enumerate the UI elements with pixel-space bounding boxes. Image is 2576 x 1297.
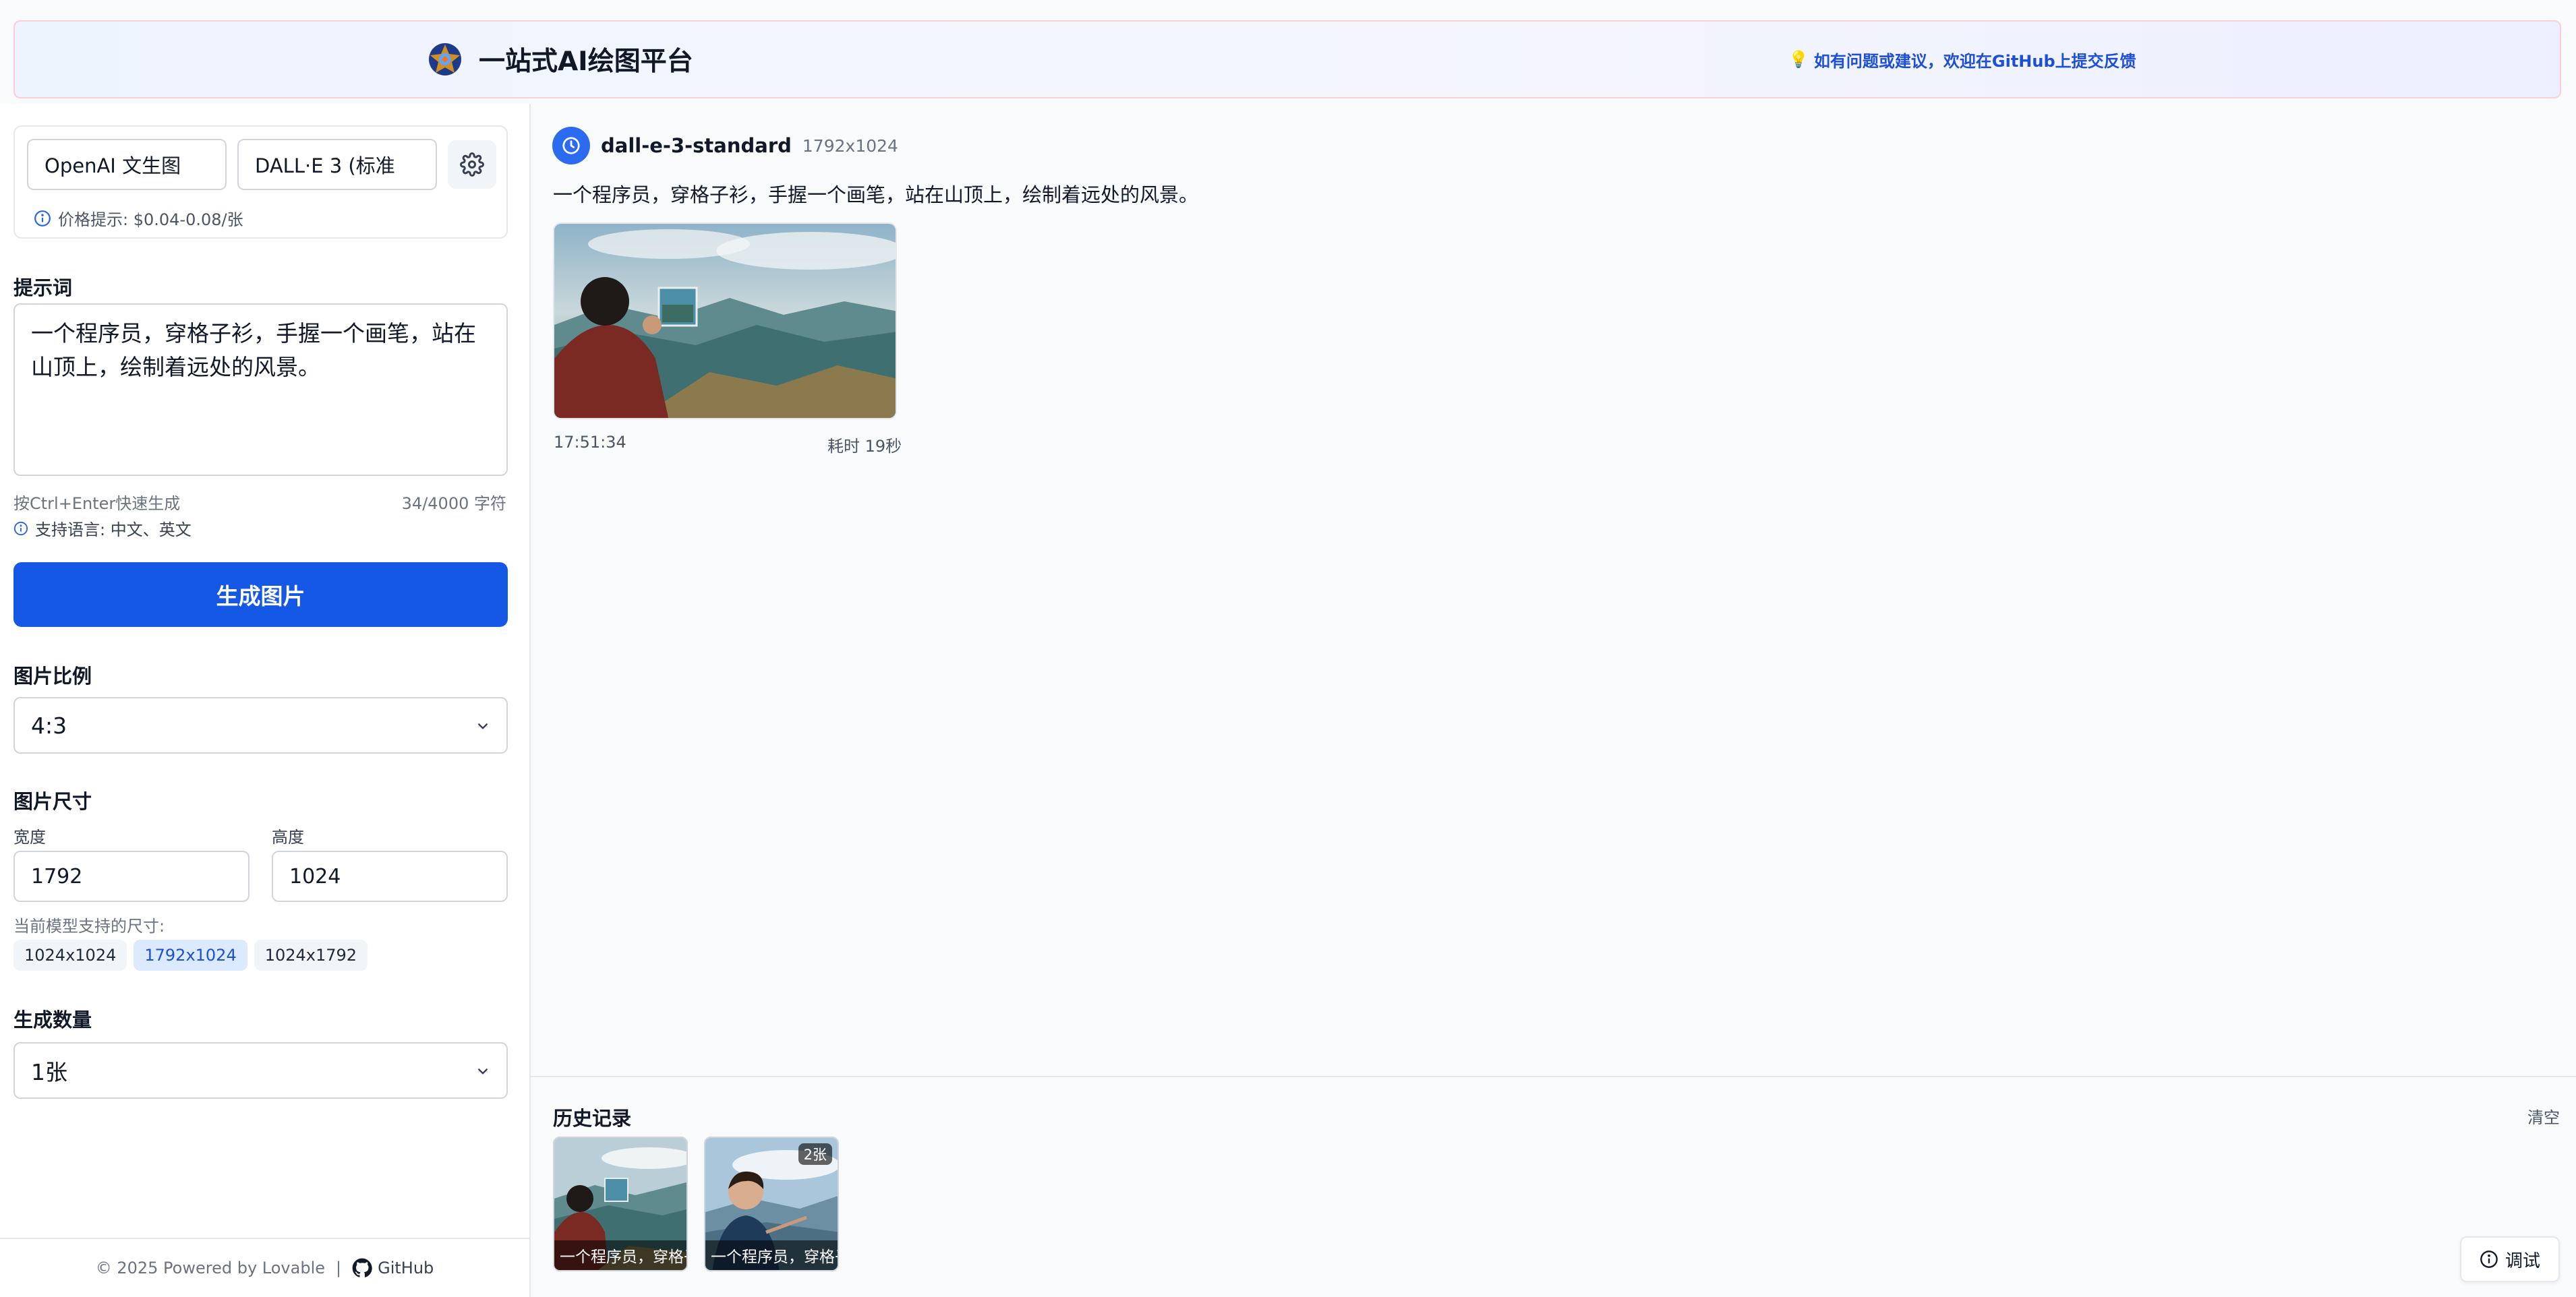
height-input[interactable]: 1024 (272, 851, 508, 902)
char-count: 34/4000 字符 (401, 494, 506, 513)
main-panel: dall-e-3-standard 1792x1024 一个程序员，穿格子衫，手… (531, 104, 2576, 1297)
model-value: DALL·E 3 (标准 (255, 154, 395, 177)
info-icon (34, 210, 51, 227)
model-card: OpenAI 文生图 DALL·E 3 (标准 价格提示: $0.04-0.08… (13, 125, 508, 239)
github-icon (352, 1258, 372, 1277)
info-icon (2480, 1250, 2498, 1268)
count-value: 1张 (31, 1059, 67, 1085)
language-hint: 支持语言: 中文、英文 (13, 516, 192, 540)
provider-value: OpenAI 文生图 (45, 154, 181, 177)
logo-icon (429, 43, 461, 76)
history-caption: 一个程序员，穿格子衫，手握一个画笔，站在山顶上 (554, 1240, 686, 1270)
brand: 一站式AI绘图平台 (426, 22, 693, 97)
history-item[interactable]: 2张 一个程序员，穿格子衫，手握一个画笔，站在山顶上 (704, 1137, 839, 1271)
debug-button[interactable]: 调试 (2460, 1236, 2560, 1282)
height-value: 1024 (289, 864, 341, 888)
feedback-text: 如有问题或建议，欢迎在GitHub上提交反馈 (1813, 51, 2136, 71)
result-header: dall-e-3-standard 1792x1024 (552, 127, 898, 164)
chevron-down-icon (477, 723, 488, 729)
size-chip[interactable]: 1024x1024 (13, 940, 127, 971)
result-time: 17:51:34 (554, 433, 626, 452)
clock-badge (552, 127, 590, 164)
generated-image[interactable] (553, 222, 897, 419)
ratio-select[interactable]: 4:3 (13, 697, 508, 754)
size-chip[interactable]: 1024x1792 (254, 940, 368, 971)
clock-icon (562, 137, 580, 154)
provider-select[interactable]: OpenAI 文生图 (27, 139, 227, 190)
width-value: 1792 (31, 864, 83, 888)
language-hint-text: 支持语言: 中文、英文 (35, 520, 192, 539)
result-prompt: 一个程序员，穿格子衫，手握一个画笔，站在山顶上，绘制着远处的风景。 (553, 183, 1199, 206)
result-duration: 耗时 19秒 (827, 437, 902, 456)
model-select[interactable]: DALL·E 3 (标准 (237, 139, 437, 190)
history-caption: 一个程序员，穿格子衫，手握一个画笔，站在山顶上 (705, 1240, 838, 1270)
count-select[interactable]: 1张 (13, 1042, 508, 1099)
shortcut-hint: 按Ctrl+Enter快速生成 (13, 494, 181, 513)
supported-sizes: 1024x1024 1792x1024 1024x1792 (13, 940, 368, 971)
lightbulb-icon: 💡 (1788, 50, 1809, 69)
result-model: dall-e-3-standard (601, 134, 792, 157)
copyright: © 2025 Powered by Lovable (95, 1259, 325, 1277)
feedback-link[interactable]: 💡 如有问题或建议，欢迎在GitHub上提交反馈 (1788, 22, 2136, 97)
price-hint-text: 价格提示: $0.04-0.08/张 (58, 210, 243, 229)
size-chip-selected[interactable]: 1792x1024 (134, 940, 247, 971)
info-icon (13, 521, 28, 535)
settings-button[interactable] (448, 140, 496, 189)
height-label: 高度 (272, 828, 304, 847)
ratio-value: 4:3 (31, 712, 67, 739)
ratio-label: 图片比例 (13, 665, 92, 688)
clear-history-button[interactable]: 清空 (2527, 1104, 2560, 1128)
sidebar: OpenAI 文生图 DALL·E 3 (标准 价格提示: $0.04-0.08… (0, 104, 531, 1297)
prompt-label: 提示词 (13, 276, 73, 299)
history-panel: 历史记录 清空 一个程序员，穿格子衫，手握一个画笔，站在山顶上 (531, 1076, 2576, 1297)
history-count-badge: 2张 (798, 1143, 832, 1165)
sidebar-footer: © 2025 Powered by Lovable | GitHub (0, 1238, 529, 1297)
generate-button[interactable]: 生成图片 (13, 562, 508, 627)
github-link[interactable]: GitHub (352, 1258, 434, 1278)
history-item[interactable]: 一个程序员，穿格子衫，手握一个画笔，站在山顶上 (553, 1137, 688, 1271)
app-title: 一站式AI绘图平台 (479, 47, 693, 77)
result-size: 1792x1024 (802, 135, 898, 156)
footer-separator: | (336, 1259, 342, 1277)
prompt-textarea[interactable]: 一个程序员，穿格子衫，手握一个画笔，站在山顶上，绘制着远处的风景。 (13, 303, 508, 476)
debug-label: 调试 (2505, 1250, 2540, 1271)
width-label: 宽度 (13, 828, 46, 847)
size-label: 图片尺寸 (13, 790, 92, 813)
supported-sizes-label: 当前模型支持的尺寸: (13, 917, 165, 936)
generated-image-art (554, 224, 896, 418)
history-title: 历史记录 (553, 1107, 632, 1130)
width-input[interactable]: 1792 (13, 851, 250, 902)
chevron-down-icon (477, 1068, 488, 1075)
top-banner: 一站式AI绘图平台 💡 如有问题或建议，欢迎在GitHub上提交反馈 (13, 20, 2561, 98)
gear-icon (460, 152, 484, 177)
count-label: 生成数量 (13, 1008, 92, 1031)
github-label: GitHub (378, 1259, 434, 1277)
price-hint: 价格提示: $0.04-0.08/张 (34, 206, 243, 230)
